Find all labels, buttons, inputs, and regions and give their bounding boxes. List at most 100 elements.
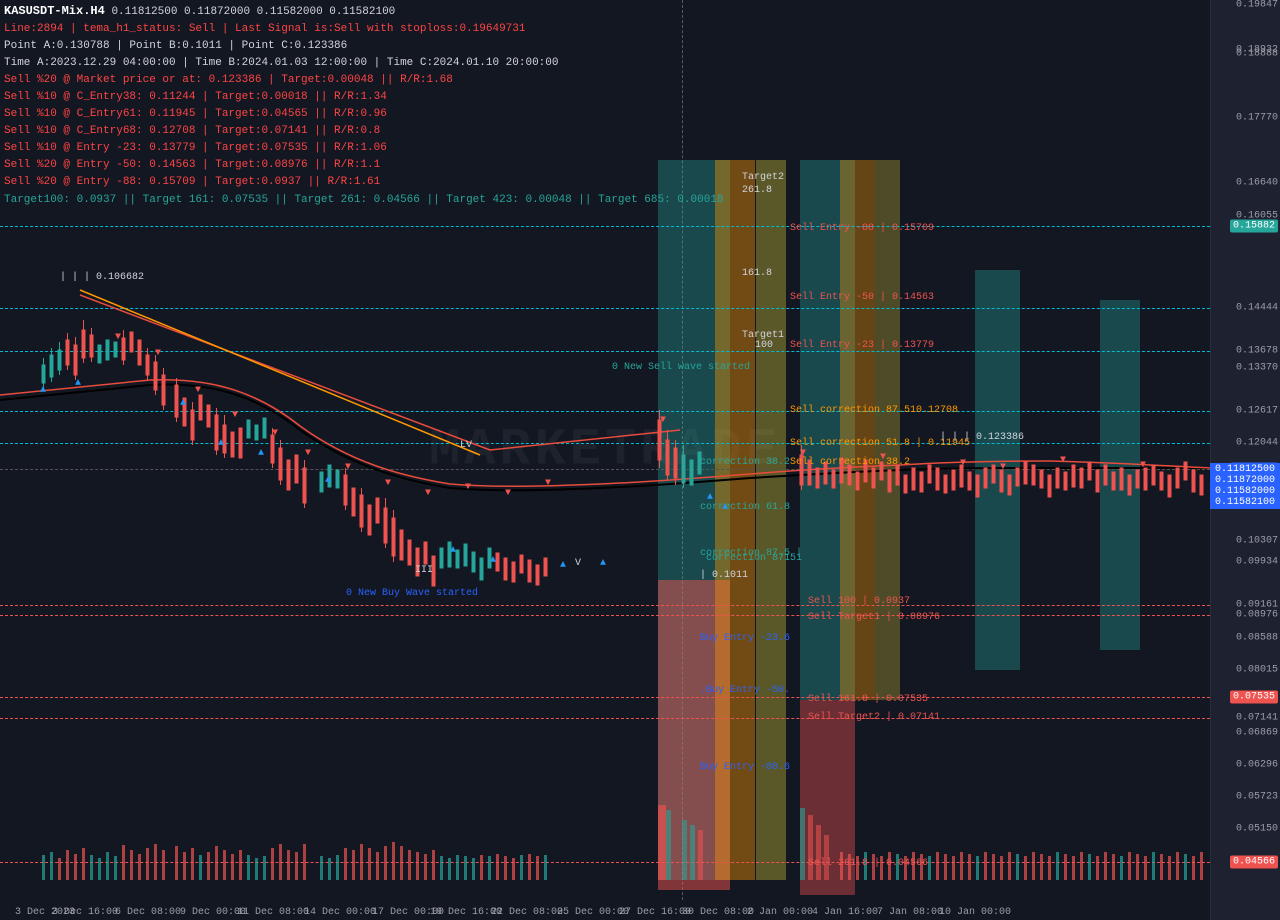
correction-618-label: correction 61.8 [700,502,790,513]
sell-1618-label: Sell 161.8 | 0.07535 [808,694,928,705]
target2-161-8-label: 161.8 [742,268,772,279]
sell-arrow-14: ▼ [800,448,806,459]
header-line4: Sell %20 @ Market price or at: 0.123386 … [4,72,724,89]
sell-arrow-15: ▼ [840,458,846,469]
y-axis: 0.198470.189320.188880.177700.166400.160… [1210,0,1280,920]
x-label-22-Dec-08:00: 22 Dec 08:00 [491,907,563,918]
y-label-013370: 0.13370 [1236,363,1278,374]
header-line11: Target100: 0.0937 || Target 161: 0.07535… [4,192,724,209]
price-106682: | | | 0.106682 [60,272,144,283]
target2-label: Target2 [742,172,784,183]
y-label-004566: 0.04566 [1230,856,1278,869]
sell-arrow-19: ▼ [1060,455,1066,466]
y-label-006869: 0.06869 [1236,728,1278,739]
y-label-008588: 0.08588 [1236,633,1278,644]
sell-2618-label: Sell 261.8 | 0.04566 [808,858,928,869]
sell-arrow-18: ▼ [1000,462,1006,473]
sell-target1-label: Sell Target1 | 0.08976 [808,612,940,623]
correction-87151-label: correction 87151 [706,553,802,564]
buy-arrow-7: ▲ [450,545,456,556]
y-label-016640: 0.16640 [1236,178,1278,189]
x-label-4-Jan-16:00: 4 Jan 16:00 [812,907,878,918]
y-label-012044: 0.12044 [1236,438,1278,449]
x-axis: 3 Dec 20233 Dec 16:006 Dec 08:009 Dec 00… [0,900,1210,920]
sell-arrow-10: ▼ [465,482,471,493]
header-line8: Sell %10 @ Entry -23: 0.13779 | Target:0… [4,140,724,157]
buy-entry-236-label: Buy Entry -23.6 [700,633,790,644]
buy-arrow-10: ▲ [600,558,606,569]
x-label-3-Dec-16:00: 3 Dec 16:00 [52,907,118,918]
target1-100: 100 [755,340,773,351]
x-label-7-Jan-08:00: 7 Jan 08:00 [877,907,943,918]
x-label-14-Dec-00:00: 14 Dec 00:00 [304,907,376,918]
iii-label: III [415,565,433,576]
sell-correction-382-label: Sell correction 38.2 [790,457,910,468]
header-line6: Sell %10 @ C_Entry61: 0.11945 | Target:0… [4,106,724,123]
volume-chart-svg [0,800,1210,880]
sell-arrow-16: ▼ [880,452,886,463]
correction-382-label: correction 38.2 [700,457,790,468]
new-buy-wave-label: 0 New Buy Wave started [346,588,478,599]
sell-arrow-1: ▼ [115,332,121,343]
header-line10: Sell %20 @ Entry -88: 0.15709 | Target:0… [4,174,724,191]
y-label-010307: 0.10307 [1236,536,1278,547]
y-label-012617: 0.12617 [1236,406,1278,417]
header-line5: Sell %10 @ C_Entry38: 0.11244 | Target:0… [4,89,724,106]
sell-entry-50-label: Sell Entry -50 | 0.14563 [790,292,934,303]
sell-correction-875-label: Sell correction 87.510.12708 [790,405,958,416]
x-label-2-Jan-00:00: 2 Jan 00:00 [747,907,813,918]
x-label-11-Dec-08:00: 11 Dec 08:00 [237,907,309,918]
price-c-label: | | | 0.123386 [940,432,1024,443]
price-b-label: | 0.1011 [700,570,748,581]
y-label-007535: 0.07535 [1230,691,1278,704]
sell-arrow-8: ▼ [385,478,391,489]
buy-arrow-1: ▲ [40,385,46,396]
header-line2: Point A:0.130788 | Point B:0.1011 | Poin… [4,38,724,55]
ticker-label: KASUSDT-Mix.H4 [4,4,105,18]
sell-arrow-7: ▼ [345,462,351,473]
sell-100-label: Sell 100 | 0.0937 [808,596,910,607]
current-price-badge: 0.11812500 0.11872000 0.11582000 0.11582… [1210,463,1280,509]
sell-arrow-3: ▼ [195,385,201,396]
buy-arrow-3: ▲ [180,398,186,409]
y-label-009934: 0.09934 [1236,557,1278,568]
v-label: V [575,558,581,569]
current-price-value: 0.11812500 0.11872000 0.11582000 0.11582… [1215,464,1275,508]
header-line9: Sell %20 @ Entry -50: 0.14563 | Target:0… [4,157,724,174]
y-label-013678: 0.13678 [1236,346,1278,357]
buy-arrow-2: ▲ [75,378,81,389]
y-label-006296: 0.06296 [1236,760,1278,771]
buy-entry-50-label: .Buy Entry -50. [700,685,790,696]
sell-arrow-12: ▼ [545,478,551,489]
buy-arrow-4: ▲ [218,438,224,449]
y-label-007141: 0.07141 [1236,713,1278,724]
buy-arrow-6: ▲ [325,475,331,486]
y-label-018888: 0.18888 [1236,49,1278,60]
buy-arrow-9: ▲ [560,560,566,571]
sell-arrow-11: ▼ [505,488,511,499]
buy-entry-886-label: Buy Entry -88.6 [700,762,790,773]
y-label-008976: 0.08976 [1236,610,1278,621]
header-line1: Line:2894 | tema_h1_status: Sell | Last … [4,21,724,38]
sell-target2-label: Sell Target2 | 0.07141 [808,712,940,723]
buy-arrow-12: ▲ [722,502,728,513]
new-sell-wave-label: 0 New Sell wave started [612,362,750,373]
sell-arrow-13: ▼ [660,415,666,426]
sell-arrow-20: ▼ [1140,460,1146,471]
buy-arrow-11: ▲ [707,492,713,503]
info-header: KASUSDT-Mix.H4 0.11812500 0.11872000 0.1… [4,2,724,209]
sell-arrow-4: ▼ [232,410,238,421]
y-label-005150: 0.05150 [1236,824,1278,835]
y-label-019847: 0.19847 [1236,0,1278,11]
price-values: 0.11812500 0.11872000 0.11582000 0.11582… [111,6,395,18]
header-line7: Sell %10 @ C_Entry68: 0.12708 | Target:0… [4,123,724,140]
sell-arrow-2: ▼ [155,348,161,359]
y-label-014444: 0.14444 [1236,303,1278,314]
sell-arrow-5: ▼ [272,428,278,439]
buy-arrow-8: ▲ [490,555,496,566]
lv-label: LV [460,440,472,451]
sell-arrow-6: ▼ [305,448,311,459]
y-label-015882: 0.15882 [1230,220,1278,233]
y-label-017770: 0.17770 [1236,113,1278,124]
x-label-27-Dec-16:00: 27 Dec 16:00 [619,907,691,918]
